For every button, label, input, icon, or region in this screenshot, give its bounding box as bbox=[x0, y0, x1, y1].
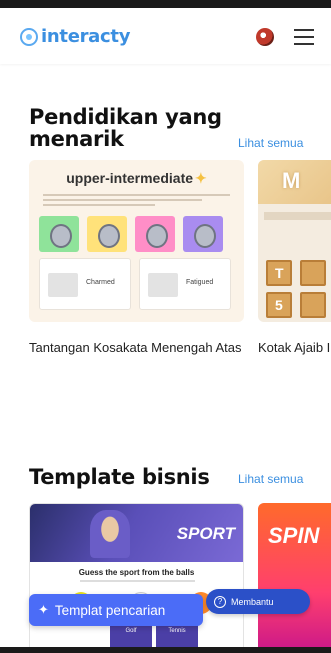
help-button[interactable]: ? Membantu bbox=[206, 589, 310, 614]
card-description-lines bbox=[80, 580, 195, 582]
answer-label: Fatigued bbox=[186, 279, 214, 286]
box-icon bbox=[300, 260, 326, 286]
card-description-lines bbox=[264, 212, 331, 220]
sparkle-icon: ✦ bbox=[195, 170, 207, 186]
search-template-button[interactable]: ✦ Templat pencarian bbox=[29, 594, 203, 626]
logo[interactable]: interacty bbox=[20, 26, 130, 47]
box-icon: T bbox=[266, 260, 292, 286]
character-tile bbox=[183, 216, 223, 252]
answer-slot: Charmed bbox=[39, 258, 131, 310]
hamburger-menu-icon[interactable] bbox=[294, 29, 314, 45]
spin-card[interactable]: SPIN bbox=[258, 503, 331, 653]
quiz-question: Guess the sport from the balls bbox=[78, 568, 195, 577]
bottom-bar bbox=[0, 647, 331, 653]
card-banner: M bbox=[258, 160, 331, 204]
education-section-title: Pendidikan yang menarik bbox=[29, 105, 222, 151]
answer-slots: Charmed Fatigued bbox=[39, 258, 231, 310]
question-icon: ? bbox=[214, 595, 226, 608]
card-caption[interactable]: Tantangan Kosakata Menengah Atas bbox=[29, 340, 244, 356]
top-header: interacty bbox=[0, 8, 331, 64]
answer-label: Charmed bbox=[86, 279, 115, 286]
logo-icon bbox=[20, 27, 38, 46]
sparkle-icon: ✦ bbox=[38, 602, 49, 617]
card-banner-title: upper-intermediate ✦ bbox=[66, 170, 207, 186]
box-icon: 5 bbox=[266, 292, 292, 318]
card-banner: SPORT bbox=[30, 504, 243, 562]
avatar[interactable] bbox=[256, 28, 274, 46]
character-tiles bbox=[39, 216, 223, 252]
answer-option: Tennis bbox=[156, 624, 198, 648]
character-tile bbox=[39, 216, 79, 252]
business-section-title: Template bisnis bbox=[29, 465, 210, 489]
magic-box-card[interactable]: M T 5 bbox=[258, 160, 331, 322]
card-caption[interactable]: Kotak Ajaib Inggris untu bbox=[258, 340, 331, 356]
character-tile bbox=[135, 216, 175, 252]
business-see-all-link[interactable]: Lihat semua bbox=[238, 472, 303, 486]
character-tile bbox=[87, 216, 127, 252]
vocab-challenge-card[interactable]: upper-intermediate ✦ Charmed Fatigued bbox=[29, 160, 244, 322]
box-icon bbox=[300, 292, 326, 318]
card-description-lines bbox=[43, 194, 230, 208]
player-illustration bbox=[90, 510, 130, 558]
card-banner-title: SPORT bbox=[176, 524, 235, 543]
education-see-all-link[interactable]: Lihat semua bbox=[238, 136, 303, 150]
logo-text: interacty bbox=[41, 26, 131, 47]
search-template-label: Templat pencarian bbox=[54, 602, 166, 618]
answer-slot: Fatigued bbox=[139, 258, 231, 310]
answer-option: Golf bbox=[110, 624, 152, 648]
card-banner-title: SPIN bbox=[268, 523, 320, 548]
help-label: Membantu bbox=[231, 596, 274, 607]
sport-quiz-card[interactable]: SPORT Guess the sport from the balls Gol… bbox=[29, 503, 244, 653]
status-bar bbox=[0, 0, 331, 8]
